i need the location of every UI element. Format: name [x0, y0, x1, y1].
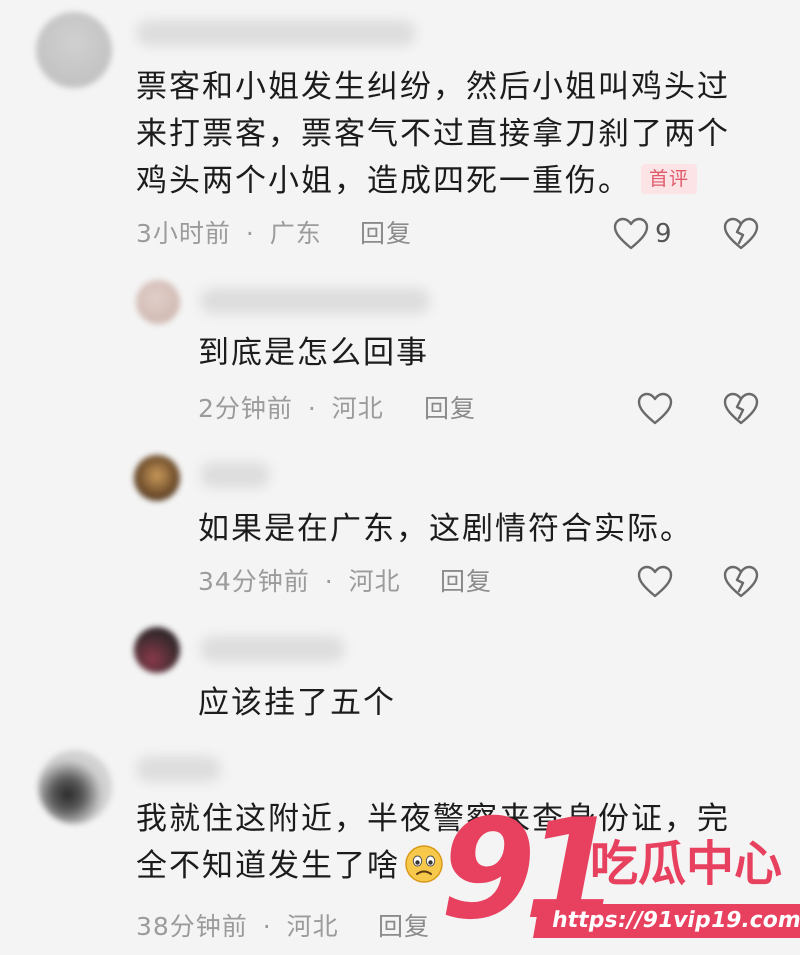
like-button[interactable] [636, 563, 674, 601]
comment-meta: 3小时前 · 广东 [136, 219, 322, 249]
avatar[interactable] [134, 627, 180, 673]
watermark-url: https://91vip19.com [533, 904, 800, 938]
reply-button[interactable]: 回复 [440, 567, 492, 597]
username-blurred[interactable] [200, 636, 345, 662]
reply-button[interactable]: 回复 [378, 912, 430, 942]
comment-region: 广东 [269, 219, 322, 248]
comment-text: 到底是怎么回事 [198, 330, 429, 377]
like-count: 9 [655, 219, 672, 249]
comment-meta: 2分钟前 · 河北 [198, 394, 384, 424]
dislike-button[interactable] [722, 563, 760, 601]
avatar[interactable] [36, 12, 112, 88]
heart-icon [637, 392, 673, 425]
comment-text: 如果是在广东，这剧情符合实际。 [198, 506, 693, 553]
comment-time: 2分钟前 [198, 394, 293, 423]
comment-line: 票客和小姐发生纠纷，然后小姐叫鸡头过 [136, 69, 730, 105]
broken-heart-icon [723, 392, 759, 425]
comment-line-text: 鸡头两个小姐，造成四死一重伤。 [136, 163, 631, 199]
comment-time: 34分钟前 [198, 567, 310, 596]
meta-separator: · [324, 567, 334, 596]
comment-time: 38分钟前 [136, 912, 248, 941]
like-button[interactable] [636, 390, 674, 428]
comment-meta: 34分钟前 · 河北 [198, 567, 401, 597]
username-blurred[interactable] [200, 288, 430, 314]
comment-region: 河北 [286, 912, 339, 941]
meta-separator: · [307, 394, 317, 423]
first-comment-badge: 首评 [641, 163, 698, 194]
comment-text: 票客和小姐发生纠纷，然后小姐叫鸡头过 来打票客，票客气不过直接拿刀刹了两个 鸡头… [136, 64, 730, 205]
broken-heart-icon [723, 217, 759, 250]
dislike-button[interactable] [722, 215, 760, 253]
reply-button[interactable]: 回复 [424, 394, 476, 424]
heart-icon [637, 565, 673, 598]
dislike-button[interactable] [722, 390, 760, 428]
comment-line: 鸡头两个小姐，造成四死一重伤。 首评 [136, 158, 730, 205]
username-blurred[interactable] [200, 462, 270, 488]
site-watermark: 91 吃瓜中心 https://91vip19.com [440, 800, 800, 950]
comment-line: 应该挂了五个 [198, 685, 396, 721]
comment-line: 如果是在广东，这剧情符合实际。 [198, 511, 693, 547]
reply-button[interactable]: 回复 [360, 219, 412, 249]
username-blurred[interactable] [136, 756, 221, 782]
worried-face-emoji [404, 844, 444, 884]
avatar[interactable] [134, 455, 180, 501]
comment-line: 来打票客，票客气不过直接拿刀刹了两个 [136, 116, 730, 152]
heart-icon [613, 217, 649, 250]
comment-page: 票客和小姐发生纠纷，然后小姐叫鸡头过 来打票客，票客气不过直接拿刀刹了两个 鸡头… [0, 0, 800, 955]
comment-time: 3小时前 [136, 219, 231, 248]
broken-heart-icon [723, 565, 759, 598]
comment-line: 到底是怎么回事 [198, 335, 429, 371]
comment-line-text: 全不知道发生了啥 [136, 848, 400, 884]
watermark-title: 吃瓜中心 [590, 836, 783, 892]
comment-region: 河北 [331, 394, 384, 423]
meta-separator: · [245, 219, 255, 248]
comment-region: 河北 [348, 567, 401, 596]
meta-separator: · [262, 912, 272, 941]
comment-meta: 38分钟前 · 河北 [136, 912, 339, 942]
username-blurred[interactable] [136, 20, 416, 46]
avatar[interactable] [38, 750, 112, 824]
like-button[interactable] [612, 215, 650, 253]
comment-text: 应该挂了五个 [198, 680, 396, 727]
avatar[interactable] [136, 280, 180, 324]
